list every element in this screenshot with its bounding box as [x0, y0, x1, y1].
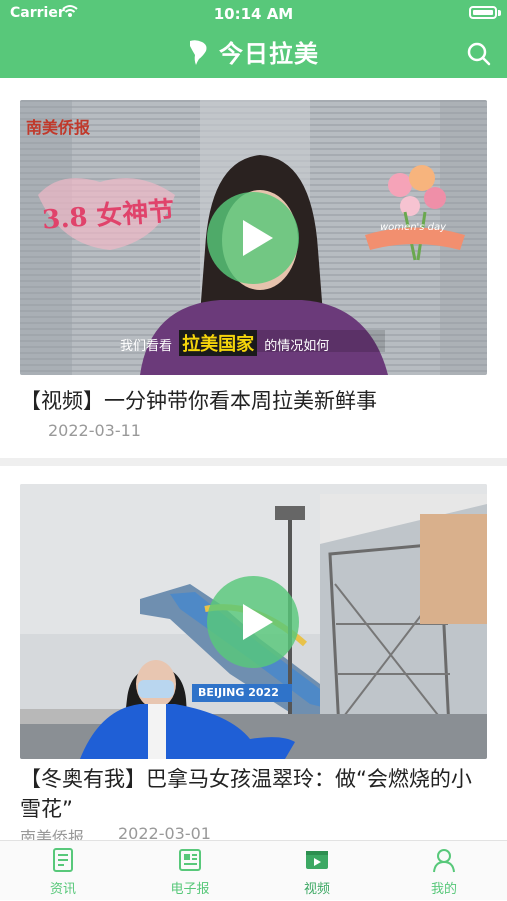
bottom-tab-bar: 资讯 电子报 视频 我的 — [0, 840, 507, 900]
video-date: 2022-03-11 — [48, 421, 141, 440]
video-card[interactable]: BEIJING 2022 【冬奥有我】巴拿马女孩温翠玲：做“会燃烧的小雪花” 南… — [0, 466, 507, 840]
news-icon — [53, 848, 73, 872]
tab-profile[interactable]: 我的 — [381, 841, 507, 901]
video-feed[interactable]: 南美侨报 3.8 女神节 women's day 我们看看 拉美国家 的情况如何… — [0, 78, 507, 840]
newspaper-icon — [179, 849, 201, 871]
search-icon[interactable] — [465, 40, 493, 68]
caption-part: 我们看看 — [120, 339, 173, 354]
tab-label: 资讯 — [49, 882, 76, 897]
battery-cap — [498, 10, 501, 16]
thumbnail-logo: 南美侨报 — [26, 118, 91, 137]
play-button-icon[interactable] — [207, 576, 299, 668]
play-button-icon[interactable] — [207, 192, 299, 284]
video-icon — [306, 851, 328, 869]
battery-icon — [469, 6, 497, 19]
video-headline[interactable]: 【视频】一分钟带你看本周拉美新鲜事 — [20, 386, 490, 416]
tab-epaper[interactable]: 电子报 — [127, 841, 253, 901]
latam-map-logo-icon — [189, 39, 207, 65]
video-thumbnail[interactable]: 南美侨报 3.8 女神节 women's day 我们看看 拉美国家 的情况如何 — [20, 100, 487, 375]
card-divider — [0, 458, 507, 466]
video-date: 2022-03-01 — [118, 824, 211, 840]
tab-video[interactable]: 视频 — [254, 841, 380, 901]
tab-news[interactable]: 资讯 — [0, 841, 126, 901]
app-header: Carrier 10:14 AM 今日拉美 — [0, 0, 507, 78]
video-headline[interactable]: 【冬奥有我】巴拿马女孩温翠玲：做“会燃烧的小雪花” — [20, 764, 490, 824]
video-source: 南美侨报 — [20, 828, 85, 840]
tab-label: 视频 — [303, 882, 330, 897]
tab-label: 我的 — [430, 882, 457, 897]
thumbnail-badge: women's day — [380, 222, 447, 233]
caption-highlight: 拉美国家 — [179, 330, 258, 356]
status-bar: Carrier 10:14 AM — [0, 0, 507, 28]
thumbnail-sign: BEIJING 2022 — [198, 686, 279, 699]
page-title: 今日拉美 — [219, 40, 320, 68]
video-thumbnail[interactable]: BEIJING 2022 — [20, 484, 487, 759]
profile-icon — [433, 849, 455, 873]
thumbnail-caption: 我们看看 拉美国家 的情况如何 — [120, 330, 329, 356]
video-card[interactable]: 南美侨报 3.8 女神节 women's day 我们看看 拉美国家 的情况如何… — [0, 78, 507, 458]
tab-label: 电子报 — [170, 882, 210, 897]
status-time: 10:14 AM — [213, 5, 294, 23]
header-title-area: 今日拉美 — [0, 34, 507, 70]
caption-part: 的情况如何 — [264, 339, 330, 354]
